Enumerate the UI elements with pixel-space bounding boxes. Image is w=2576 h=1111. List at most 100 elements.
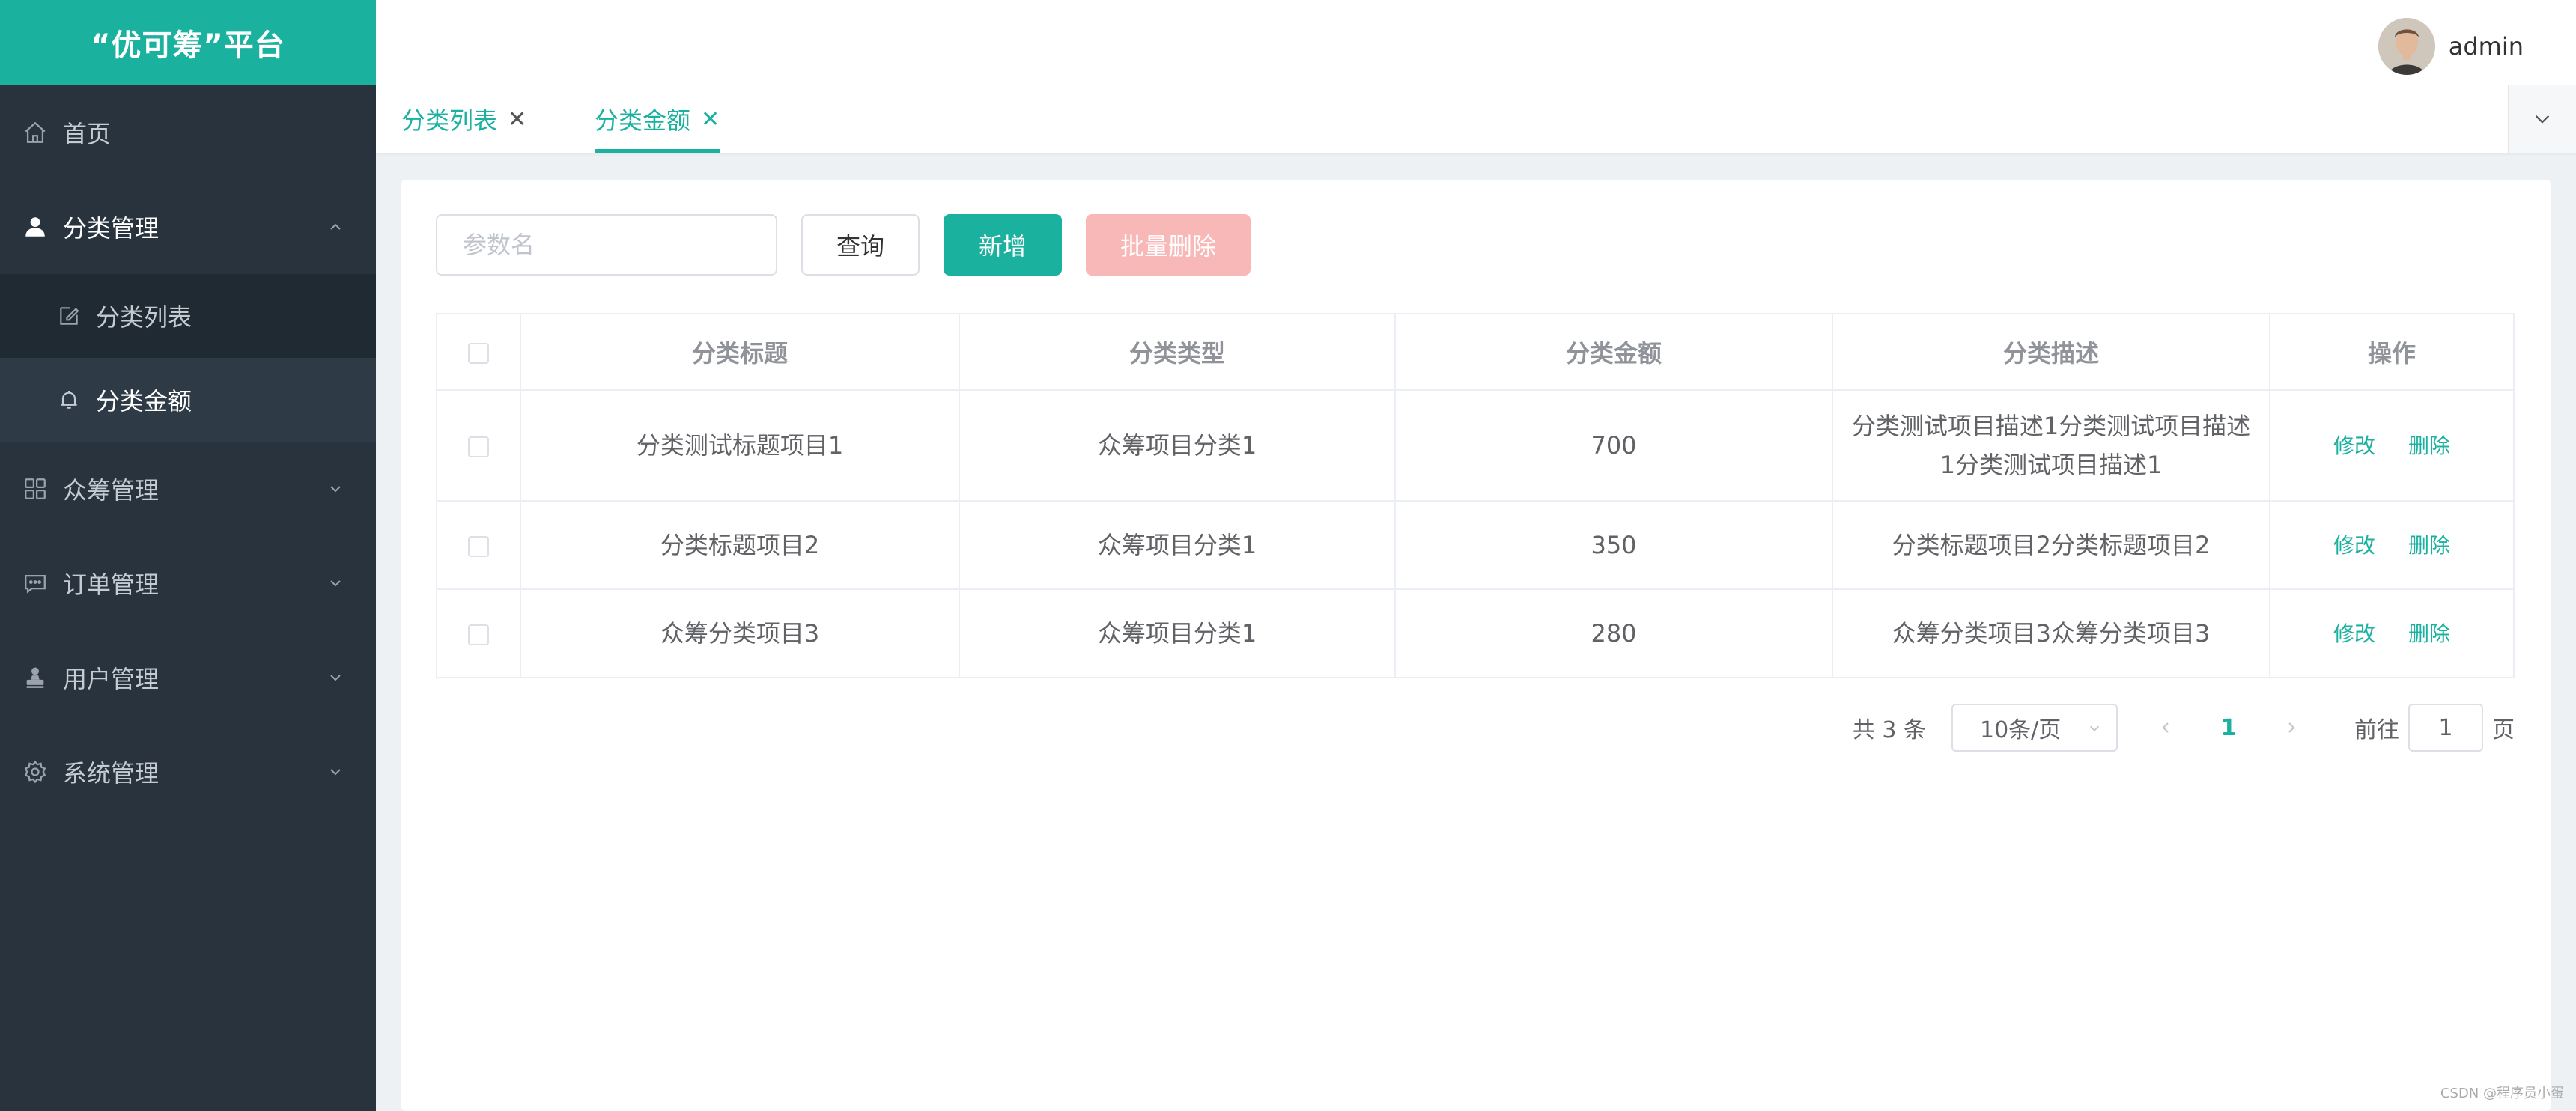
chevron-down-icon	[2535, 115, 2550, 124]
chevron-left-icon	[2162, 722, 2169, 733]
sidebar-item-category-list[interactable]: 分类列表	[0, 274, 376, 358]
column-header: 分类金额	[1394, 313, 1833, 391]
row-checkbox[interactable]	[468, 624, 489, 645]
cell-actions: 修改 删除	[2269, 500, 2515, 590]
column-header: 分类描述	[1832, 313, 2270, 391]
cell-desc: 众筹分类项目3众筹分类项目3	[1832, 588, 2270, 678]
tab-label: 分类金额	[595, 106, 691, 135]
page-size-select[interactable]: 10条/页	[1951, 704, 2118, 752]
sidebar-item-category-amount[interactable]: 分类金额	[0, 358, 376, 442]
column-header: 分类标题	[520, 313, 960, 391]
user-menu[interactable]: admin	[2378, 16, 2524, 76]
tabs-dropdown-button[interactable]	[2508, 85, 2576, 153]
cell-amount: 700	[1394, 389, 1833, 502]
cell-title: 分类测试标题项目1	[520, 389, 960, 502]
sidebar-item-home[interactable]: 首页	[0, 85, 376, 180]
column-header: 分类类型	[959, 313, 1396, 391]
goto-label: 前往	[2354, 717, 2399, 743]
table-row: 分类测试标题项目1 众筹项目分类1 700 分类测试项目描述1分类测试项目描述1…	[436, 389, 2515, 502]
edit-link[interactable]: 修改	[2333, 433, 2375, 458]
cell-amount: 350	[1394, 500, 1833, 590]
select-all-checkbox[interactable]	[468, 343, 489, 364]
watermark: CSDN @程序员小蛋	[2440, 1086, 2564, 1101]
delete-link[interactable]: 删除	[2408, 621, 2450, 646]
grid-icon	[22, 476, 48, 502]
pagination: 共 3 条 10条/页 1 前往 页	[1853, 704, 2515, 752]
gear-icon	[22, 759, 48, 785]
edit-link[interactable]: 修改	[2333, 533, 2375, 558]
app-logo-title: “优可筹”平台	[0, 0, 376, 85]
home-icon	[22, 120, 48, 145]
next-page-button[interactable]	[2276, 715, 2306, 741]
chevron-up-icon	[330, 223, 341, 230]
search-input[interactable]	[436, 214, 777, 276]
stamp-icon	[22, 665, 48, 690]
cell-actions: 修改 删除	[2269, 389, 2515, 502]
cell-desc: 分类测试项目描述1分类测试项目描述1分类测试项目描述1	[1832, 389, 2270, 502]
goto-page-input[interactable]	[2408, 704, 2483, 752]
cell-amount: 280	[1394, 588, 1833, 678]
table-row: 分类标题项目2 众筹项目分类1 350 分类标题项目2分类标题项目2 修改 删除	[436, 500, 2515, 590]
submenu-category: 分类列表 分类金额	[0, 274, 376, 442]
table-header-row: 分类标题 分类类型 分类金额 分类描述 操作	[436, 313, 2515, 391]
sidebar-item-label: 订单管理	[63, 570, 160, 599]
add-button[interactable]: 新增	[944, 214, 1062, 276]
chevron-down-icon	[330, 769, 341, 776]
sidebar-item-crowdfunding-management[interactable]: 众筹管理	[0, 442, 376, 536]
user-icon	[22, 214, 48, 240]
cell-actions: 修改 删除	[2269, 588, 2515, 678]
sidebar-item-order-management[interactable]: 订单管理	[0, 536, 376, 630]
row-checkbox[interactable]	[468, 536, 489, 557]
toolbar: 查询 新增 批量删除	[436, 214, 1251, 276]
chevron-down-icon	[330, 486, 341, 493]
chevron-down-icon	[2089, 725, 2100, 731]
cell-type: 众筹项目分类1	[959, 389, 1396, 502]
data-table: 分类标题 分类类型 分类金额 分类描述 操作 分类测试标题项目1 众筹项目分类1…	[436, 313, 2515, 678]
chevron-right-icon	[2288, 722, 2295, 733]
goto-suffix: 页	[2492, 717, 2515, 743]
sidebar-item-label: 用户管理	[63, 665, 160, 693]
page-size-value: 10条/页	[1980, 717, 2062, 743]
tab-category-list[interactable]: 分类列表 ✕	[401, 85, 526, 153]
sidebar-item-label: 首页	[63, 120, 112, 148]
tab-bar: 分类列表 ✕ 分类金额 ✕	[376, 85, 2576, 153]
cell-desc: 分类标题项目2分类标题项目2	[1832, 500, 2270, 590]
sidebar-item-category-management[interactable]: 分类管理	[0, 180, 376, 274]
sidebar-item-label: 分类管理	[63, 214, 160, 243]
query-button[interactable]: 查询	[801, 214, 920, 276]
total-count: 共 3 条	[1852, 717, 1926, 743]
column-header: 操作	[2269, 313, 2515, 391]
sidebar-item-label: 系统管理	[63, 759, 160, 788]
sidebar-item-label: 分类金额	[96, 387, 192, 416]
content-card: 查询 新增 批量删除 分类标题 分类类型 分类金额 分类描述 操作 分类测试标题…	[401, 180, 2551, 1111]
cell-type: 众筹项目分类1	[959, 588, 1396, 678]
sidebar-item-system-management[interactable]: 系统管理	[0, 725, 376, 819]
cell-title: 分类标题项目2	[520, 500, 960, 590]
row-checkbox[interactable]	[468, 436, 489, 457]
bell-icon	[57, 388, 81, 412]
sidebar-item-label: 分类列表	[96, 303, 192, 332]
chat-icon	[22, 570, 48, 596]
checkbox-cell	[436, 588, 521, 678]
header-checkbox-cell	[436, 313, 521, 391]
table-row: 众筹分类项目3 众筹项目分类1 280 众筹分类项目3众筹分类项目3 修改 删除	[436, 588, 2515, 678]
cell-title: 众筹分类项目3	[520, 588, 960, 678]
sidebar-item-label: 众筹管理	[63, 476, 160, 505]
avatar[interactable]	[2378, 18, 2435, 75]
sidebar: “优可筹”平台 首页 分类管理 分类列表 分类金额 众筹管理 订单管理 用户管理…	[0, 0, 376, 1111]
sidebar-item-user-management[interactable]: 用户管理	[0, 630, 376, 725]
tab-label: 分类列表	[401, 106, 498, 135]
tab-category-amount[interactable]: 分类金额 ✕	[595, 85, 720, 153]
chevron-down-icon	[330, 675, 341, 681]
close-icon[interactable]: ✕	[701, 106, 720, 133]
top-header: admin	[376, 0, 2576, 86]
page-number-current[interactable]: 1	[2214, 715, 2244, 741]
prev-page-button[interactable]	[2151, 715, 2181, 741]
close-icon[interactable]: ✕	[508, 106, 526, 133]
delete-link[interactable]: 删除	[2408, 433, 2450, 458]
batch-delete-button[interactable]: 批量删除	[1086, 214, 1251, 276]
delete-link[interactable]: 删除	[2408, 533, 2450, 558]
edit-link[interactable]: 修改	[2333, 621, 2375, 646]
checkbox-cell	[436, 389, 521, 502]
edit-icon	[57, 304, 81, 328]
